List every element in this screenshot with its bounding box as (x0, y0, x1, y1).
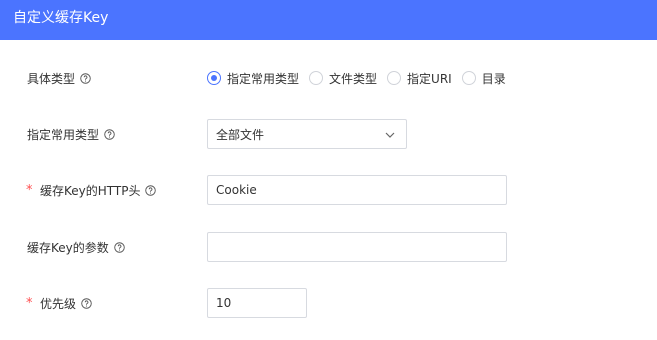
help-icon[interactable] (114, 241, 125, 253)
params-row: 缓存Key的参数 (0, 232, 657, 262)
radio-unchecked-icon[interactable] (461, 71, 476, 85)
type-radio-group: 指定常用类型 文件类型 指定URI 目录 (207, 63, 516, 93)
type-row: 具体类型 指定常用类型 文件类型 指定URI 目录 (0, 63, 657, 93)
priority-input[interactable]: 10 (207, 288, 307, 318)
priority-label: 优先级 (40, 296, 77, 311)
common-type-label-wrap: 指定常用类型 (27, 119, 115, 149)
priority-label-wrap: 优先级 (40, 288, 92, 318)
http-header-label-wrap: 缓存Key的HTTP头 (40, 175, 157, 205)
dialog-header: 自定义缓存Key (0, 0, 657, 40)
radio-label: 目录 (481, 71, 506, 86)
params-label-wrap: 缓存Key的参数 (27, 232, 125, 262)
help-icon[interactable] (80, 72, 91, 84)
radio-unchecked-icon[interactable] (387, 71, 402, 85)
http-header-input[interactable]: Cookie (207, 175, 507, 205)
http-header-row: * 缓存Key的HTTP头 Cookie (0, 175, 657, 205)
priority-row: * 优先级 10 (0, 288, 657, 318)
type-label-wrap: 具体类型 (27, 63, 91, 93)
help-icon[interactable] (145, 184, 157, 196)
common-type-select[interactable]: 全部文件 (207, 119, 407, 149)
help-icon[interactable] (104, 128, 115, 140)
dialog-title: 自定义缓存Key (13, 10, 109, 26)
radio-uri[interactable]: 指定URI (387, 70, 452, 87)
required-mark: * (26, 182, 33, 198)
help-icon[interactable] (81, 297, 92, 309)
radio-label: 指定URI (407, 71, 452, 86)
http-header-value: Cookie (216, 183, 257, 197)
radio-checked-icon[interactable] (207, 71, 221, 85)
common-type-row: 指定常用类型 全部文件 (0, 119, 657, 149)
radio-common-type[interactable]: 指定常用类型 (207, 70, 299, 87)
chevron-down-icon[interactable] (384, 129, 396, 141)
params-input[interactable] (207, 232, 507, 262)
radio-file-type[interactable]: 文件类型 (309, 70, 377, 87)
required-mark: * (26, 295, 33, 311)
radio-directory[interactable]: 目录 (461, 70, 506, 87)
params-label: 缓存Key的参数 (27, 240, 109, 255)
radio-unchecked-icon[interactable] (309, 71, 324, 85)
select-value: 全部文件 (216, 127, 265, 142)
radio-label: 文件类型 (329, 71, 378, 86)
radio-label: 指定常用类型 (227, 71, 300, 86)
type-label: 具体类型 (27, 71, 76, 86)
priority-value: 10 (216, 296, 232, 310)
http-header-label: 缓存Key的HTTP头 (40, 183, 141, 198)
common-type-label: 指定常用类型 (27, 127, 100, 142)
